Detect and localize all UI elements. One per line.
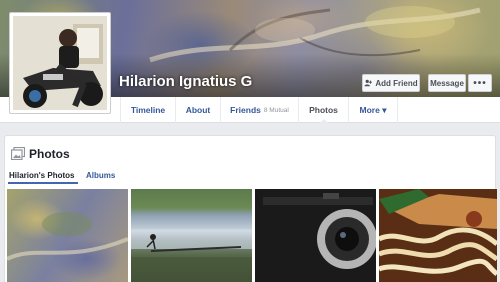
- add-friend-icon: [364, 79, 373, 87]
- tab-photos[interactable]: Photos: [298, 97, 348, 124]
- tab-photos-label: Photos: [309, 105, 338, 115]
- photo-thumbnail[interactable]: [255, 189, 376, 282]
- tab-hilarions-photos[interactable]: Hilarion's Photos: [9, 171, 74, 180]
- active-tab-indicator: [8, 182, 78, 184]
- add-friend-button[interactable]: Add Friend: [362, 74, 420, 92]
- more-options-label: •••: [473, 77, 487, 89]
- tab-friends-label: Friends: [230, 105, 261, 115]
- avatar: [13, 16, 107, 110]
- message-label: Message: [430, 78, 464, 88]
- add-friend-label: Add Friend: [375, 78, 418, 88]
- photo-noodles-art: [379, 189, 497, 282]
- tab-about-label: About: [185, 105, 211, 115]
- photo-thumbnail[interactable]: [7, 189, 128, 282]
- tab-more[interactable]: More ▾: [348, 97, 398, 123]
- photos-icon: [11, 147, 25, 160]
- photo-thumbnail[interactable]: [131, 189, 252, 282]
- photos-panel-title: Photos: [29, 147, 70, 161]
- photo-lake-art: [131, 229, 252, 282]
- tab-friends-mutual-count: 8 Mutual: [263, 106, 289, 114]
- profile-picture[interactable]: [9, 12, 111, 114]
- profile-name[interactable]: Hilarion Ignatius G: [119, 73, 252, 90]
- photo-painting-art: [7, 212, 128, 261]
- tab-albums[interactable]: Albums: [86, 171, 115, 180]
- photo-thumbnail[interactable]: [379, 189, 497, 282]
- photo-camera-art: [255, 189, 376, 282]
- tab-more-label: More ▾: [359, 104, 387, 115]
- more-options-button[interactable]: •••: [468, 74, 492, 92]
- tab-friends[interactable]: Friends 8 Mutual: [220, 97, 298, 123]
- photos-panel: Photos Hilarion's Photos Albums: [4, 135, 497, 282]
- tab-timeline[interactable]: Timeline: [120, 97, 175, 123]
- message-button[interactable]: Message: [428, 74, 466, 92]
- tab-about[interactable]: About: [175, 97, 220, 123]
- tab-timeline-label: Timeline: [130, 105, 166, 115]
- avatar-person-on-bike-art: [13, 16, 107, 110]
